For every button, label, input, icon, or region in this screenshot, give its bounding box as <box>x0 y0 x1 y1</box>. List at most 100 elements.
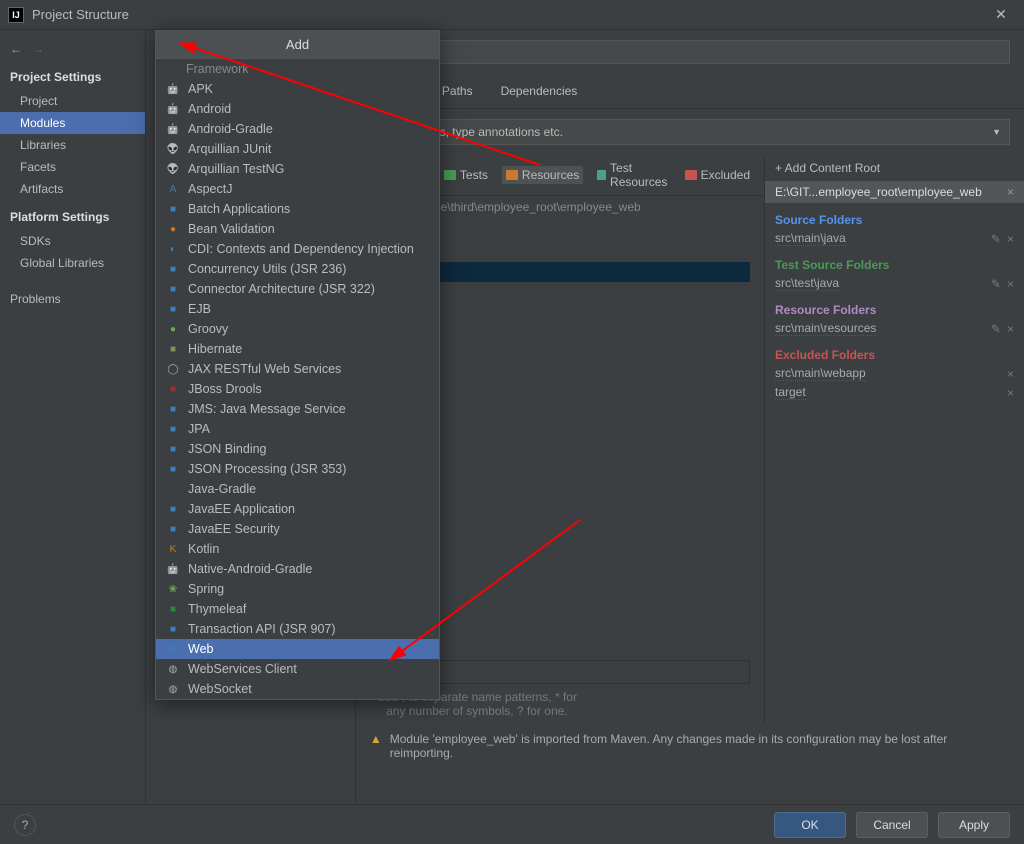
source-type-tests[interactable]: Tests <box>444 168 488 182</box>
dropdown-item-label: APK <box>188 82 213 96</box>
close-icon[interactable]: ✕ <box>986 6 1016 23</box>
edit-icon[interactable]: ✎ <box>991 277 1001 291</box>
source-type-label: Test Resources <box>610 161 671 189</box>
sidebar-item-facets[interactable]: Facets <box>0 156 145 178</box>
dropdown-item-label: EJB <box>188 302 211 316</box>
source-type-label: Excluded <box>701 168 750 182</box>
source-type-excluded[interactable]: Excluded <box>685 168 750 182</box>
dropdown-item-jboss-drools[interactable]: ■JBoss Drools <box>156 379 439 399</box>
framework-icon: ■ <box>166 522 180 536</box>
framework-icon: ■ <box>166 262 180 276</box>
sidebar-item-artifacts[interactable]: Artifacts <box>0 178 145 200</box>
dropdown-item-label: Hibernate <box>188 342 242 356</box>
chevron-down-icon: ▼ <box>992 127 1001 137</box>
sidebar-item-global-libraries[interactable]: Global Libraries <box>0 252 145 274</box>
sidebar-item-modules[interactable]: Modules <box>0 112 145 134</box>
titlebar: IJ Project Structure ✕ <box>0 0 1024 30</box>
dropdown-item-cdi-contexts-and-dependency-injection[interactable]: ◐CDI: Contexts and Dependency Injection <box>156 239 439 259</box>
dropdown-item-json-processing-jsr-353-[interactable]: ■JSON Processing (JSR 353) <box>156 459 439 479</box>
framework-icon: ◍ <box>166 642 180 656</box>
module-name-input[interactable]: loyee_web <box>370 40 1010 64</box>
dropdown-item-label: JSON Processing (JSR 353) <box>188 462 346 476</box>
framework-icon: ■ <box>166 342 180 356</box>
sidebar-item-project[interactable]: Project <box>0 90 145 112</box>
sidebar-item-libraries[interactable]: Libraries <box>0 134 145 156</box>
remove-icon[interactable]: × <box>1007 322 1014 336</box>
dropdown-item-android-gradle[interactable]: 🤖Android-Gradle <box>156 119 439 139</box>
dropdown-item-transaction-api-jsr-907-[interactable]: ■Transaction API (JSR 907) <box>156 619 439 639</box>
folder-group-title: Source Folders <box>765 203 1024 229</box>
dropdown-item-android[interactable]: 🤖Android <box>156 99 439 119</box>
dropdown-item-java-gradle[interactable]: Java-Gradle <box>156 479 439 499</box>
remove-icon[interactable]: × <box>1007 386 1014 400</box>
warning-icon: ▲ <box>370 732 382 746</box>
source-type-resources[interactable]: Resources <box>502 166 583 184</box>
dropdown-item-webservices-client[interactable]: ◍WebServices Client <box>156 659 439 679</box>
remove-icon[interactable]: × <box>1007 367 1014 381</box>
sidebar-item-sdks[interactable]: SDKs <box>0 230 145 252</box>
framework-icon: ■ <box>166 202 180 216</box>
app-icon: IJ <box>8 7 24 23</box>
framework-icon: 🤖 <box>166 122 180 136</box>
dropdown-item-groovy[interactable]: ●Groovy <box>156 319 439 339</box>
apply-button[interactable]: Apply <box>938 812 1010 838</box>
folder-item[interactable]: target × <box>765 383 1024 402</box>
dropdown-item-aspectj[interactable]: AAspectJ <box>156 179 439 199</box>
remove-root-icon[interactable]: × <box>1007 185 1014 199</box>
dropdown-item-javaee-application[interactable]: ■JavaEE Application <box>156 499 439 519</box>
dropdown-item-label: Thymeleaf <box>188 602 246 616</box>
language-level-select[interactable]: 8 - Lambdas, type annotations etc.▼ <box>370 119 1010 145</box>
sidebar-item-problems[interactable]: Problems <box>0 288 145 310</box>
dropdown-item-bean-validation[interactable]: ●Bean Validation <box>156 219 439 239</box>
folder-icon <box>597 170 606 180</box>
framework-icon: ● <box>166 322 180 336</box>
window-title: Project Structure <box>32 7 986 22</box>
dropdown-item-jms-java-message-service[interactable]: ■JMS: Java Message Service <box>156 399 439 419</box>
nav-back-icon[interactable]: ← <box>10 42 22 56</box>
dropdown-item-arquillian-junit[interactable]: 👽Arquillian JUnit <box>156 139 439 159</box>
folder-item[interactable]: src\main\webapp × <box>765 364 1024 383</box>
cancel-button[interactable]: Cancel <box>856 812 928 838</box>
dropdown-subheader: Framework <box>156 59 439 79</box>
dropdown-item-connector-architecture-jsr-322-[interactable]: ■Connector Architecture (JSR 322) <box>156 279 439 299</box>
source-type-test-resources[interactable]: Test Resources <box>597 161 670 189</box>
help-button[interactable]: ? <box>14 814 36 836</box>
folder-item[interactable]: src\test\java✎× <box>765 274 1024 293</box>
dropdown-item-jpa[interactable]: ■JPA <box>156 419 439 439</box>
dropdown-item-hibernate[interactable]: ■ Hibernate <box>156 339 439 359</box>
dropdown-item-jax-restful-web-services[interactable]: ◯JAX RESTful Web Services <box>156 359 439 379</box>
framework-icon: K <box>166 542 180 556</box>
add-content-root-button[interactable]: + Add Content Root <box>765 155 1024 181</box>
dropdown-item-websocket[interactable]: ◍WebSocket <box>156 679 439 699</box>
remove-icon[interactable]: × <box>1007 277 1014 291</box>
dropdown-item-apk[interactable]: 🤖APK <box>156 79 439 99</box>
folder-item-label: src\main\webapp <box>775 366 866 381</box>
dropdown-item-web[interactable]: ◍Web <box>156 639 439 659</box>
add-framework-dropdown[interactable]: Add Framework🤖APK🤖Android🤖Android-Gradle… <box>155 30 440 700</box>
folder-item[interactable]: src\main\java✎× <box>765 229 1024 248</box>
tab-paths[interactable]: Paths <box>442 80 473 108</box>
dropdown-item-ejb[interactable]: ■EJB <box>156 299 439 319</box>
dropdown-item-arquillian-testng[interactable]: 👽Arquillian TestNG <box>156 159 439 179</box>
nav-forward-icon[interactable]: → <box>32 42 44 56</box>
dropdown-item-concurrency-utils-jsr-236-[interactable]: ■Concurrency Utils (JSR 236) <box>156 259 439 279</box>
tab-dependencies[interactable]: Dependencies <box>501 80 578 108</box>
dropdown-item-kotlin[interactable]: KKotlin <box>156 539 439 559</box>
folder-item-label: target <box>775 385 806 400</box>
dropdown-item-thymeleaf[interactable]: ■Thymeleaf <box>156 599 439 619</box>
edit-icon[interactable]: ✎ <box>991 232 1001 246</box>
dropdown-item-batch-applications[interactable]: ■ Batch Applications <box>156 199 439 219</box>
framework-icon <box>166 482 180 496</box>
dropdown-item-spring[interactable]: ❀Spring <box>156 579 439 599</box>
content-root-row[interactable]: E:\GIT...employee_root\employee_web× <box>765 181 1024 203</box>
dropdown-item-native-android-gradle[interactable]: 🤖Native-Android-Gradle <box>156 559 439 579</box>
edit-icon[interactable]: ✎ <box>991 322 1001 336</box>
folder-item[interactable]: src\main\resources✎× <box>765 319 1024 338</box>
ok-button[interactable]: OK <box>774 812 846 838</box>
dropdown-item-json-binding[interactable]: ■JSON Binding <box>156 439 439 459</box>
dropdown-item-label: Batch Applications <box>188 202 290 216</box>
framework-icon: ● <box>166 222 180 236</box>
framework-icon: ◍ <box>166 662 180 676</box>
remove-icon[interactable]: × <box>1007 232 1014 246</box>
dropdown-item-javaee-security[interactable]: ■JavaEE Security <box>156 519 439 539</box>
